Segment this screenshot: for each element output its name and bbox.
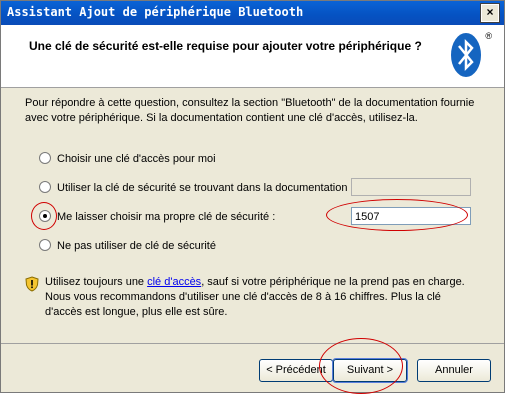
intro-text: Pour répondre à cette question, consulte… [25, 97, 475, 124]
wizard-footer: < Précédent Suivant > Annuler [1, 343, 504, 393]
wizard-window: Assistant Ajout de périphérique Bluetoot… [0, 0, 505, 394]
option-no-key[interactable]: Ne pas utiliser de clé de sécurité [39, 239, 216, 252]
option-own-key[interactable]: Me laisser choisir ma propre clé de sécu… [39, 210, 275, 223]
option-auto-key-label: Choisir une clé d'accès pour moi [57, 153, 216, 165]
passkey-link[interactable]: clé d'accès [147, 276, 201, 288]
option-doc-key[interactable]: Utiliser la clé de sécurité se trouvant … [39, 181, 354, 194]
radio-auto-key[interactable] [39, 152, 51, 164]
option-auto-key[interactable]: Choisir une clé d'accès pour moi [39, 152, 216, 165]
close-button[interactable]: × [480, 3, 500, 23]
annotation-circle-next-button [319, 338, 403, 394]
annotation-circle-key-field [326, 199, 468, 231]
option-no-key-label: Ne pas utiliser de clé de sécurité [57, 240, 216, 252]
wizard-header: Une clé de sécurité est-elle requise pou… [1, 25, 504, 88]
annotation-circle-radio [31, 202, 57, 230]
radio-no-key[interactable] [39, 239, 51, 251]
option-own-key-label: Me laisser choisir ma propre clé de sécu… [57, 211, 276, 223]
page-title: Une clé de sécurité est-elle requise pou… [29, 39, 422, 53]
tip-text-start: Utilisez toujours une [45, 276, 148, 288]
registered-mark: ® [485, 31, 492, 41]
title-bar[interactable]: Assistant Ajout de périphérique Bluetoot… [1, 1, 504, 25]
bluetooth-icon [451, 33, 481, 77]
radio-doc-key[interactable] [39, 181, 51, 193]
option-doc-key-label: Utiliser la clé de sécurité se trouvant … [57, 182, 354, 194]
window-title: Assistant Ajout de périphérique Bluetoot… [7, 5, 304, 19]
cancel-button[interactable]: Annuler [417, 359, 491, 382]
doc-key-field[interactable] [351, 178, 471, 196]
shield-warning-icon [25, 276, 39, 292]
tip-text: Utilisez toujours une clé d'accès, sauf … [45, 275, 465, 320]
